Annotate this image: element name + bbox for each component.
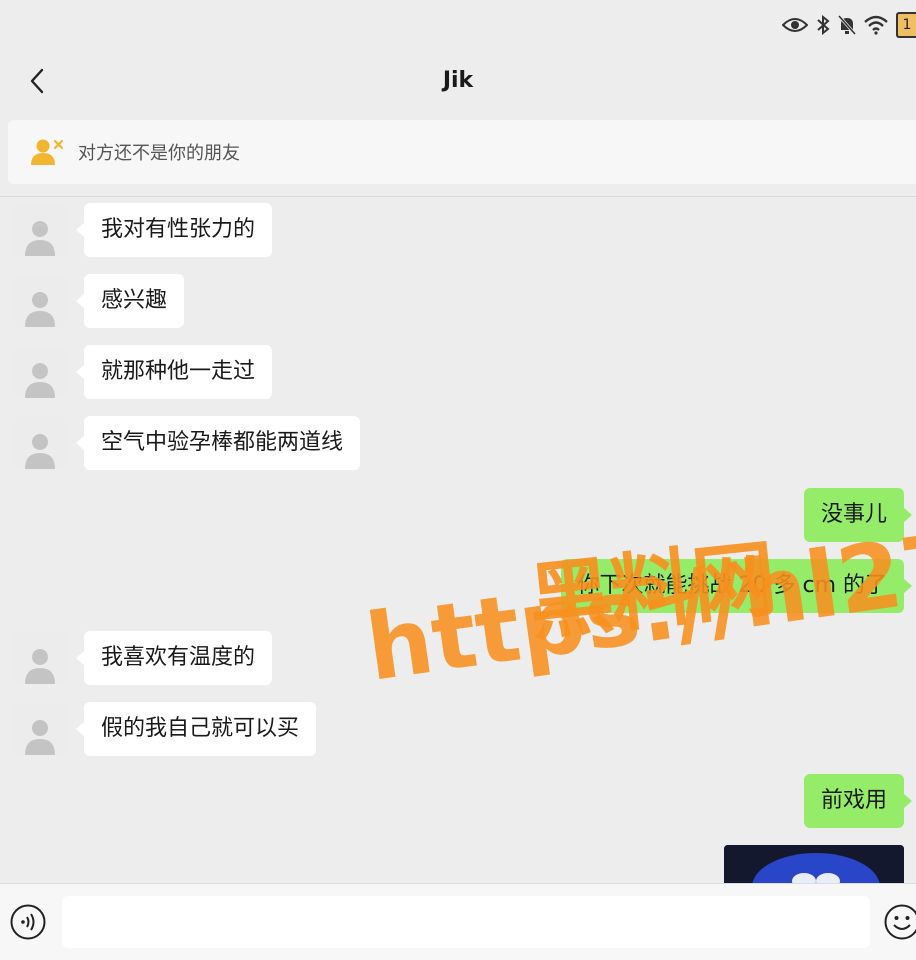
status-icons: 1 — [782, 12, 916, 38]
default-avatar-icon — [25, 292, 55, 327]
avatar[interactable] — [14, 703, 66, 755]
default-avatar-icon — [25, 720, 55, 755]
chat-screen: 1 Jik 对方还不是你的朋友 我对有性张力的 感兴趣 就那种他一走过 空气中验… — [0, 0, 916, 960]
chat-title: Jik — [442, 68, 474, 93]
message-input[interactable] — [62, 896, 870, 948]
message-list[interactable]: 我对有性张力的 感兴趣 就那种他一走过 空气中验孕棒都能两道线 没事儿 你下次就… — [0, 197, 916, 883]
banner-text: 对方还不是你的朋友 — [78, 143, 240, 164]
default-avatar-icon — [25, 221, 55, 256]
input-bar — [0, 883, 916, 960]
message-bubble[interactable]: 我喜欢有温度的 — [75, 631, 273, 685]
image-thumbnail — [724, 845, 904, 883]
avatar[interactable] — [14, 275, 66, 327]
message-bubble[interactable]: 空气中验孕棒都能两道线 — [75, 416, 361, 470]
message-bubble[interactable]: 感兴趣 — [75, 274, 185, 328]
avatar[interactable] — [14, 632, 66, 684]
user-not-friend-icon — [30, 137, 64, 167]
avatar[interactable] — [14, 417, 66, 469]
battery-icon: 1 — [896, 12, 916, 38]
not-friend-banner[interactable]: 对方还不是你的朋友 — [8, 120, 916, 184]
message-bubble[interactable]: 我对有性张力的 — [75, 203, 273, 257]
voice-button[interactable] — [10, 904, 46, 940]
message-bubble[interactable]: 没事儿 — [803, 488, 913, 542]
wifi-icon — [864, 15, 888, 35]
image-message[interactable] — [724, 845, 904, 883]
emoji-button[interactable] — [884, 904, 916, 940]
message-bubble[interactable]: 前戏用 — [803, 774, 913, 828]
avatar[interactable] — [14, 346, 66, 398]
status-bar: 1 — [0, 0, 916, 48]
message-bubble[interactable]: 假的我自己就可以买 — [75, 702, 317, 756]
nav-bar: Jik — [0, 48, 916, 114]
message-bubble[interactable]: 就那种他一走过 — [75, 345, 273, 399]
default-avatar-icon — [25, 363, 55, 398]
emoji-icon — [884, 904, 916, 940]
voice-icon — [10, 904, 46, 940]
mute-bell-icon — [838, 15, 856, 35]
default-avatar-icon — [25, 649, 55, 684]
bluetooth-icon — [816, 15, 830, 35]
message-bubble[interactable]: 你下次就能挑战 20 多 cm 的了 — [560, 559, 912, 613]
default-avatar-icon — [25, 434, 55, 469]
avatar[interactable] — [14, 204, 66, 256]
eye-icon — [782, 16, 808, 34]
